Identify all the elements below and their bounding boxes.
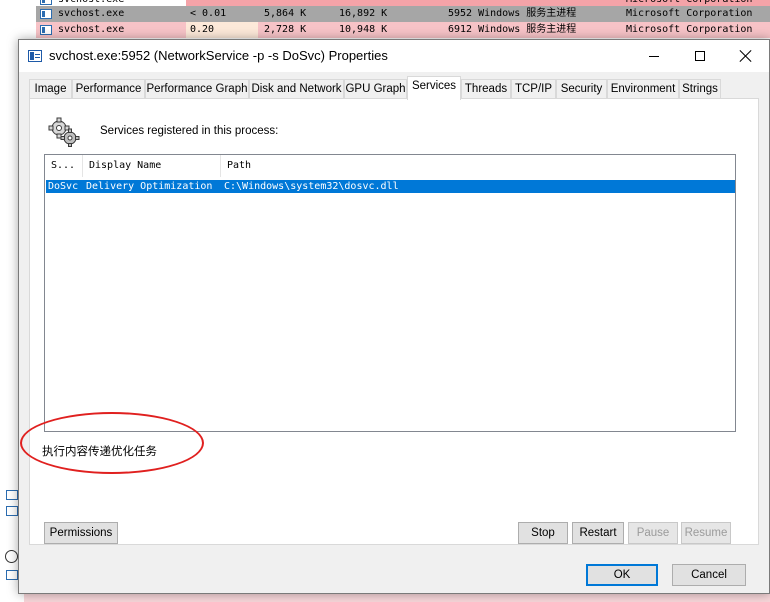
tab-strings[interactable]: Strings xyxy=(679,79,721,99)
tab-gpu-graph[interactable]: GPU Graph xyxy=(344,79,407,99)
tab-threads[interactable]: Threads xyxy=(461,79,511,99)
maximize-icon xyxy=(695,51,705,61)
services-caption: Services registered in this process: xyxy=(100,125,279,137)
service-name: DoSvc xyxy=(48,181,79,192)
process-row[interactable]: svchost.exe < 0.01 5,864 K 16,892 K 5952… xyxy=(36,6,770,22)
process-description: 6912 Windows 服务主进程 xyxy=(448,24,577,35)
annotation-ellipse xyxy=(20,412,204,474)
permissions-button[interactable]: Permissions xyxy=(44,522,118,544)
tab-performance-graph[interactable]: Performance Graph xyxy=(145,79,249,99)
tab-image[interactable]: Image xyxy=(29,79,72,99)
tab-tcp-ip[interactable]: TCP/IP xyxy=(511,79,556,99)
process-icon xyxy=(6,570,18,580)
tab-environment[interactable]: Environment xyxy=(607,79,679,99)
tab-performance[interactable]: Performance xyxy=(72,79,145,99)
column-header-path[interactable]: Path xyxy=(221,155,735,177)
close-button[interactable] xyxy=(723,40,769,72)
close-icon xyxy=(740,50,752,62)
process-row-partial xyxy=(24,594,770,602)
services-list[interactable]: S... Display Name Path DoSvc Delivery Op… xyxy=(44,154,736,432)
process-cpu: < 0.01 xyxy=(190,8,227,19)
process-icon xyxy=(40,25,52,35)
globe-icon xyxy=(5,550,18,563)
minimize-button[interactable] xyxy=(631,40,677,72)
tab-strip: Image Performance Performance Graph Disk… xyxy=(29,76,759,100)
process-company: Microsoft Corporation xyxy=(626,8,753,19)
process-name: svchost.exe xyxy=(58,24,125,35)
service-display-name: Delivery Optimization xyxy=(86,181,213,192)
process-working-set: 16,892 K xyxy=(339,8,388,19)
services-gears-icon xyxy=(48,117,80,147)
process-icon xyxy=(40,0,52,5)
services-tab-panel: Services registered in this process: S..… xyxy=(20,98,759,545)
app-icon xyxy=(28,50,42,62)
process-private-bytes: 5,864 K xyxy=(264,8,307,19)
process-description: 5952 Windows 服务主进程 xyxy=(448,8,577,19)
process-icon xyxy=(40,9,52,19)
tab-disk-and-network[interactable]: Disk and Network xyxy=(249,79,344,99)
window-title: svchost.exe:5952 (NetworkService -p -s D… xyxy=(49,48,388,63)
maximize-button[interactable] xyxy=(677,40,723,72)
minimize-icon xyxy=(649,55,659,57)
process-icon xyxy=(6,490,18,500)
service-row-selected[interactable]: DoSvc Delivery Optimization C:\Windows\s… xyxy=(46,180,735,193)
services-list-header: S... Display Name Path xyxy=(45,155,735,177)
title-bar[interactable]: svchost.exe:5952 (NetworkService -p -s D… xyxy=(19,40,769,72)
process-working-set: 10,948 K xyxy=(339,24,388,35)
process-cpu: 0.20 xyxy=(190,24,215,35)
ok-button[interactable]: OK xyxy=(586,564,658,586)
process-icon xyxy=(6,506,18,516)
column-header-display-name[interactable]: Display Name xyxy=(83,155,221,177)
stop-button[interactable]: Stop xyxy=(518,522,568,544)
process-name: svchost.exe xyxy=(58,8,125,19)
pause-button[interactable]: Pause xyxy=(628,522,678,544)
restart-button[interactable]: Restart xyxy=(572,522,624,544)
tab-security[interactable]: Security xyxy=(556,79,607,99)
service-path: C:\Windows\system32\dosvc.dll xyxy=(224,181,399,192)
process-row[interactable]: svchost.exe 0.20 2,728 K 10,948 K 6912 W… xyxy=(36,22,770,38)
cancel-button[interactable]: Cancel xyxy=(672,564,746,586)
resume-button[interactable]: Resume xyxy=(681,522,731,544)
properties-dialog: svchost.exe:5952 (NetworkService -p -s D… xyxy=(18,39,770,594)
tab-services[interactable]: Services xyxy=(407,76,461,100)
process-company: Microsoft Corporation xyxy=(626,24,753,35)
column-header-service[interactable]: S... xyxy=(45,155,83,177)
process-private-bytes: 2,728 K xyxy=(264,24,307,35)
